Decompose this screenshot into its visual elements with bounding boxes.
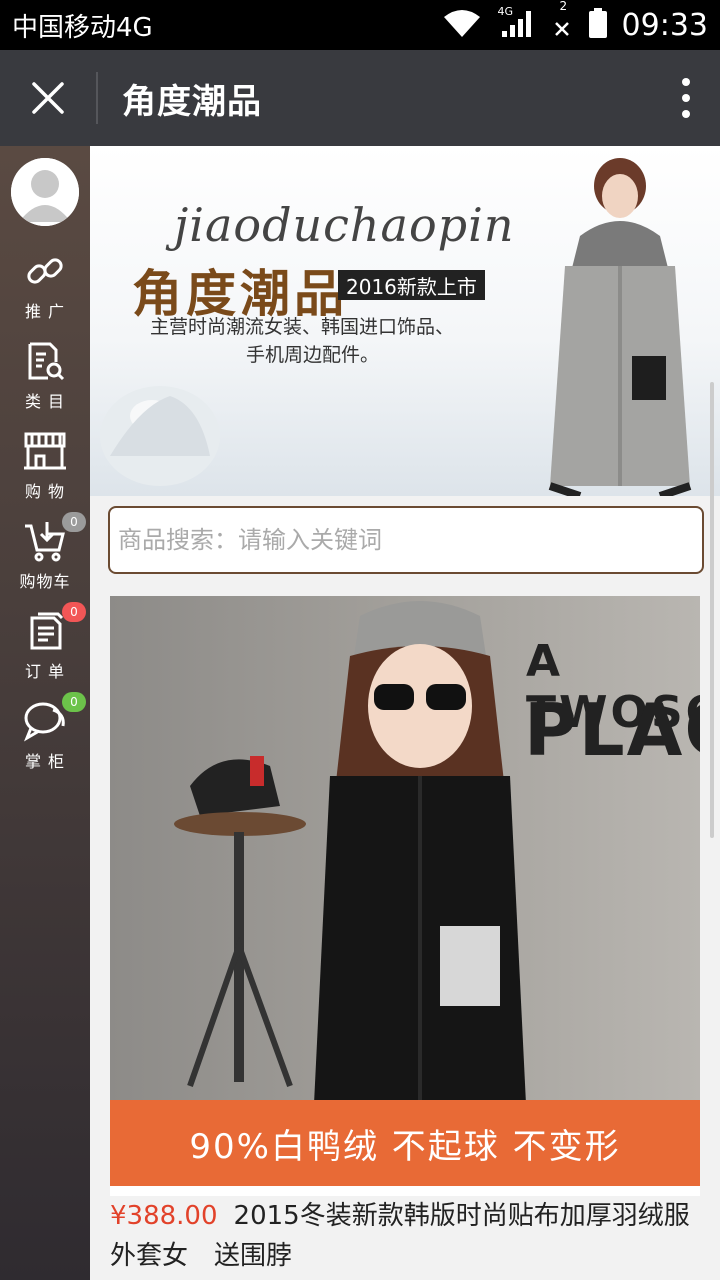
sim2-no-signal-icon: 2 [552, 0, 574, 37]
store-banner[interactable]: jiaoduchaopin 角度潮品 2016新款上市 主营时尚潮流女装、韩国进… [90, 146, 720, 496]
model-grey-coat-figure [548, 158, 692, 496]
more-menu-button[interactable] [656, 50, 716, 146]
model-black-coat-figure [310, 601, 530, 1186]
wifi-icon [440, 7, 484, 43]
cart-badge: 0 [62, 512, 86, 532]
close-button[interactable] [0, 50, 96, 146]
flower-decoration-icon [100, 386, 220, 486]
owner-badge: 0 [62, 692, 86, 712]
main-content: jiaoduchaopin 角度潮品 2016新款上市 主营时尚潮流女装、韩国进… [90, 146, 720, 1280]
banner-description-line2: 手机周边配件。 [246, 344, 380, 366]
product-info[interactable]: ¥388.00 2015冬装新款韩版时尚贴布加厚羽绒服外套女 送围脖 [110, 1196, 710, 1276]
order-icon: 0 [22, 602, 86, 654]
banner-description-line1: 主营时尚潮流女装、韩国进口饰品、 [150, 316, 455, 338]
title-divider [96, 72, 98, 124]
title-bar: 角度潮品 [0, 50, 720, 146]
banner-script-text: jiaoduchaopin [174, 198, 515, 252]
status-bar: 中国移动4G 4G 2 09:33 [0, 0, 720, 50]
sidebar-item-label: 购物车 [19, 572, 71, 591]
storefront-icon [22, 428, 68, 474]
sidebar-item-category[interactable]: 类 目 [0, 338, 90, 418]
sidebar: 推 广 类 目 购 物 0 购物车 0 订 单 0 掌 柜 [0, 146, 90, 1280]
sidebar-item-shop[interactable]: 购 物 [0, 428, 90, 508]
banner-tag: 2016新款上市 [338, 270, 485, 300]
promo-strip: 90%白鸭绒 不起球 不变形 [110, 1100, 700, 1186]
product-image[interactable]: A TWOSO PLAC 90%白鸭绒 不起球 不变形 [110, 596, 700, 1186]
sidebar-item-orders[interactable]: 0 订 单 [0, 602, 90, 688]
sidebar-item-label: 订 单 [24, 662, 66, 681]
wall-sign-text-2: PLAC [524, 688, 700, 772]
category-search-icon [22, 338, 68, 384]
sidebar-item-owner[interactable]: 0 掌 柜 [0, 692, 90, 778]
sidebar-item-label: 掌 柜 [24, 752, 66, 771]
search-input[interactable] [118, 508, 702, 572]
orders-badge: 0 [62, 602, 86, 622]
more-vertical-icon [682, 78, 690, 118]
sim-label: 2 [559, 0, 568, 13]
battery-icon [588, 7, 608, 43]
search-box[interactable] [108, 506, 704, 574]
scrollbar[interactable] [710, 382, 714, 838]
status-icons: 4G 2 09:33 [440, 0, 708, 43]
link-icon [22, 248, 68, 294]
avatar[interactable] [11, 158, 79, 226]
network-type-label: 4G [497, 5, 514, 18]
product-price: ¥388.00 [110, 1201, 218, 1231]
carrier-name: 中国移动4G [12, 12, 153, 43]
clock: 09:33 [621, 7, 708, 43]
page-title: 角度潮品 [122, 81, 262, 122]
signal-4g-icon: 4G [497, 5, 538, 43]
sidebar-item-cart[interactable]: 0 购物车 [0, 512, 90, 598]
sidebar-item-promote[interactable]: 推 广 [0, 248, 90, 328]
chat-icon: 0 [22, 692, 86, 744]
cart-icon: 0 [22, 512, 86, 564]
close-icon [32, 82, 64, 114]
sidebar-item-label: 类 目 [24, 392, 66, 411]
sidebar-item-label: 推 广 [24, 302, 66, 321]
product-card[interactable]: A TWOSO PLAC 90%白鸭绒 不起球 不变形 [110, 596, 700, 1196]
user-avatar-icon [11, 158, 79, 226]
sidebar-item-label: 购 物 [24, 482, 66, 501]
